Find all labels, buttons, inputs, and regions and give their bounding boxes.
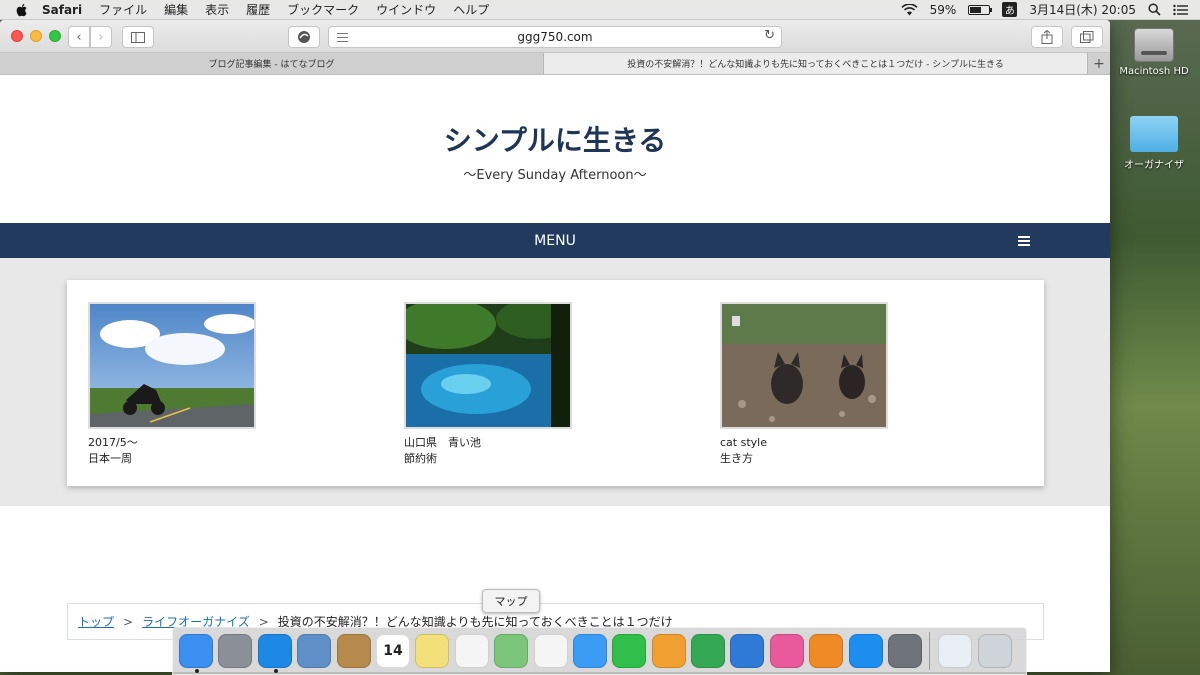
dock-tooltip: マップ bbox=[482, 589, 540, 613]
facetime-icon[interactable] bbox=[612, 634, 647, 668]
tab-overview-button[interactable] bbox=[1071, 26, 1103, 48]
battery-fill bbox=[970, 6, 981, 13]
battery-icon[interactable] bbox=[968, 4, 993, 15]
trash-icon[interactable] bbox=[977, 634, 1012, 668]
photos-icon[interactable] bbox=[533, 634, 568, 668]
web-page: シンプルに生きる 〜Every Sunday Afternoon〜 MENU 2… bbox=[0, 75, 1110, 672]
finder-icon[interactable] bbox=[179, 634, 213, 673]
menu-window[interactable]: ウインドウ bbox=[376, 1, 436, 18]
appstore-icon[interactable] bbox=[848, 634, 883, 668]
folder-icon bbox=[1130, 116, 1178, 152]
breadcrumb-home-link[interactable]: トップ bbox=[78, 613, 114, 630]
chevron-left-icon: ‹ bbox=[76, 29, 82, 45]
calendar-icon[interactable]: 14 bbox=[375, 634, 410, 668]
site-title[interactable]: シンプルに生きる bbox=[0, 119, 1110, 159]
address-bar[interactable]: ggg750.com ↻ bbox=[328, 26, 782, 48]
pages-icon[interactable] bbox=[651, 634, 686, 668]
featured-post[interactable]: cat style 生き方 bbox=[720, 302, 920, 467]
menu-help[interactable]: ヘルプ bbox=[453, 1, 489, 18]
desktop-item-label: オーガナイザ bbox=[1124, 160, 1184, 171]
reader-view-icon[interactable] bbox=[337, 33, 348, 45]
share-icon bbox=[1041, 30, 1053, 44]
post-caption-line1[interactable]: 2017/5〜 bbox=[88, 435, 288, 451]
battery-percent: 59% bbox=[929, 2, 957, 17]
forward-button[interactable]: › bbox=[90, 26, 112, 48]
messages-icon[interactable] bbox=[572, 634, 607, 668]
tab-blog-edit[interactable]: ブログ記事編集 - はてなブログ bbox=[0, 53, 544, 74]
sidebar-icon bbox=[131, 31, 145, 43]
browser-toolbar: ‹ › ggg750.com ↻ bbox=[0, 20, 1110, 53]
notification-center-icon[interactable] bbox=[1173, 4, 1188, 16]
tab-bar: ブログ記事編集 - はてなブログ 投資の不安解消？！どんな知識よりも先に知ってお… bbox=[0, 53, 1110, 75]
sidebar-toggle-button[interactable] bbox=[122, 26, 154, 48]
menu-clock[interactable]: 3月14日(木) 20:05 bbox=[1029, 1, 1136, 18]
featured-section: 2017/5〜 日本一周 山口県 青い池 節約術 cat style 生き方 bbox=[0, 258, 1110, 506]
post-category[interactable]: 生き方 bbox=[720, 451, 920, 467]
tabs-icon bbox=[1080, 31, 1094, 43]
compass-icon[interactable] bbox=[257, 634, 292, 673]
extension-button[interactable] bbox=[288, 26, 320, 48]
tab-current-article[interactable]: 投資の不安解消？！どんな知識よりも先に知っておくべきことは１つだけ - シンプル… bbox=[544, 53, 1088, 74]
post-category[interactable]: 日本一周 bbox=[88, 451, 288, 467]
apple-icon[interactable] bbox=[14, 2, 30, 18]
featured-post[interactable]: 山口県 青い池 節約術 bbox=[404, 302, 604, 467]
post-thumbnail-motorcycle[interactable] bbox=[88, 302, 256, 429]
rocket-icon[interactable] bbox=[218, 634, 253, 668]
numbers-icon[interactable] bbox=[691, 634, 726, 668]
desktop-item-macintosh-hd[interactable]: Macintosh HD bbox=[1109, 28, 1199, 77]
new-tab-button[interactable]: + bbox=[1088, 53, 1110, 74]
site-subtitle: 〜Every Sunday Afternoon〜 bbox=[463, 168, 647, 183]
document-stack-icon[interactable] bbox=[938, 634, 973, 668]
dock-separator bbox=[929, 632, 931, 670]
extension-icon bbox=[298, 31, 310, 43]
zoom-window-button[interactable] bbox=[49, 30, 61, 42]
featured-card: 2017/5〜 日本一周 山口県 青い池 節約術 cat style 生き方 bbox=[67, 280, 1044, 486]
breadcrumb-separator: > bbox=[123, 614, 134, 629]
menu-bookmarks[interactable]: ブックマーク bbox=[287, 1, 359, 18]
music-icon[interactable] bbox=[769, 634, 804, 668]
reload-icon[interactable]: ↻ bbox=[764, 28, 775, 43]
close-window-button[interactable] bbox=[11, 30, 23, 42]
back-button[interactable]: ‹ bbox=[68, 26, 90, 48]
hard-drive-icon bbox=[1134, 28, 1174, 62]
menu-file[interactable]: ファイル bbox=[99, 1, 147, 18]
desktop-item-organizer[interactable]: オーガナイザ bbox=[1109, 116, 1199, 171]
wifi-icon[interactable] bbox=[901, 3, 918, 16]
chevron-right-icon: › bbox=[98, 29, 104, 45]
site-nav-bar[interactable]: MENU bbox=[0, 223, 1110, 258]
contacts-icon[interactable] bbox=[336, 634, 371, 668]
notes-icon[interactable] bbox=[415, 634, 450, 668]
minimize-window-button[interactable] bbox=[30, 30, 42, 42]
keynote-icon[interactable] bbox=[730, 634, 765, 668]
safari-window: ‹ › ggg750.com ↻ ブログ記事編集 - はてなブログ 投資の不安解… bbox=[0, 20, 1110, 672]
kittens-image bbox=[722, 304, 886, 427]
menu-history[interactable]: 履歴 bbox=[246, 1, 270, 18]
spotlight-search-icon[interactable] bbox=[1148, 3, 1161, 16]
post-caption-line1[interactable]: 山口県 青い池 bbox=[404, 435, 604, 451]
input-method-icon[interactable]: あ bbox=[1002, 2, 1018, 17]
menu-safari[interactable]: Safari bbox=[42, 3, 82, 17]
hamburger-icon[interactable] bbox=[1018, 236, 1030, 248]
featured-post[interactable]: 2017/5〜 日本一周 bbox=[88, 302, 288, 467]
menu-bar: Safari ファイル 編集 表示 履歴 ブックマーク ウインドウ ヘルプ 59… bbox=[0, 0, 1200, 20]
menu-edit[interactable]: 編集 bbox=[164, 1, 188, 18]
motorcycle-landscape-image bbox=[90, 304, 254, 427]
books-icon[interactable] bbox=[809, 634, 844, 668]
desktop-item-label: Macintosh HD bbox=[1119, 66, 1189, 77]
mail-icon[interactable] bbox=[297, 634, 332, 668]
menu-view[interactable]: 表示 bbox=[205, 1, 229, 18]
map-icon[interactable] bbox=[494, 634, 529, 668]
post-category[interactable]: 節約術 bbox=[404, 451, 604, 467]
reminders-icon[interactable] bbox=[454, 634, 489, 668]
blue-pond-image bbox=[406, 304, 570, 427]
address-bar-url: ggg750.com bbox=[517, 30, 593, 44]
gear-icon[interactable] bbox=[888, 634, 923, 668]
menu-toggle-label[interactable]: MENU bbox=[534, 233, 576, 249]
post-thumbnail-blue-pond[interactable] bbox=[404, 302, 572, 429]
dock: 14 bbox=[172, 627, 1027, 675]
post-caption-line1[interactable]: cat style bbox=[720, 435, 920, 451]
share-button[interactable] bbox=[1031, 26, 1063, 48]
window-controls bbox=[11, 30, 68, 42]
post-thumbnail-kittens[interactable] bbox=[720, 302, 888, 429]
